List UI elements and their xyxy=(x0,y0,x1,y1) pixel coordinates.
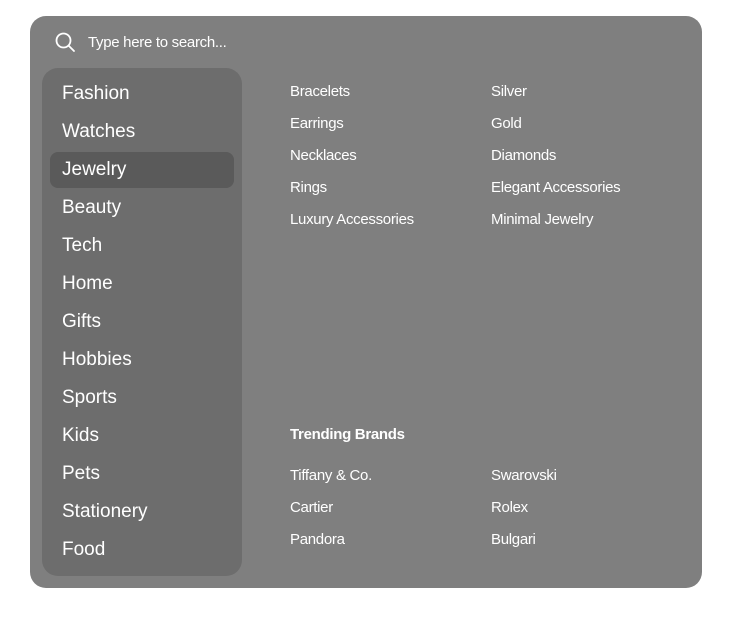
sidebar-item-tech[interactable]: Tech xyxy=(50,228,234,264)
sidebar-item-beauty[interactable]: Beauty xyxy=(50,190,234,226)
subcategory-link-silver[interactable]: Silver xyxy=(491,76,620,108)
category-sidebar: Fashion Watches Jewelry Beauty Tech Home… xyxy=(42,68,242,576)
sidebar-item-sports[interactable]: Sports xyxy=(50,380,234,416)
brand-link-pandora[interactable]: Pandora xyxy=(290,524,372,556)
brand-link-cartier[interactable]: Cartier xyxy=(290,492,372,524)
subcategory-link-rings[interactable]: Rings xyxy=(290,172,414,204)
brand-link-tiffany[interactable]: Tiffany & Co. xyxy=(290,460,372,492)
brand-link-bulgari[interactable]: Bulgari xyxy=(491,524,557,556)
subcategory-link-bracelets[interactable]: Bracelets xyxy=(290,76,414,108)
subcategory-link-earrings[interactable]: Earrings xyxy=(290,108,414,140)
sidebar-item-kids[interactable]: Kids xyxy=(50,418,234,454)
sidebar-item-jewelry[interactable]: Jewelry xyxy=(50,152,234,188)
subcategory-link-diamonds[interactable]: Diamonds xyxy=(491,140,620,172)
subcategory-link-necklaces[interactable]: Necklaces xyxy=(290,140,414,172)
brands-column-1: Tiffany & Co. Cartier Pandora xyxy=(290,460,372,556)
subcategory-link-minimal-jewelry[interactable]: Minimal Jewelry xyxy=(491,204,620,236)
search-input[interactable] xyxy=(88,33,288,51)
subcategory-link-luxury-accessories[interactable]: Luxury Accessories xyxy=(290,204,414,236)
sidebar-item-food[interactable]: Food xyxy=(50,532,234,568)
subcategory-column-2: Silver Gold Diamonds Elegant Accessories… xyxy=(491,76,621,236)
brands-column-2: Swarovski Rolex Bulgari xyxy=(491,460,557,556)
sidebar-item-fashion[interactable]: Fashion xyxy=(50,76,234,112)
subcategory-link-elegant-accessories[interactable]: Elegant Accessories xyxy=(491,172,621,204)
mega-menu-panel: Fashion Watches Jewelry Beauty Tech Home… xyxy=(30,16,702,588)
sidebar-item-gifts[interactable]: Gifts xyxy=(50,304,234,340)
sidebar-item-home[interactable]: Home xyxy=(50,266,234,302)
sidebar-item-pets[interactable]: Pets xyxy=(50,456,234,492)
sidebar-item-stationery[interactable]: Stationery xyxy=(50,494,234,530)
brand-link-swarovski[interactable]: Swarovski xyxy=(491,460,557,492)
trending-brands-heading: Trending Brands xyxy=(290,426,405,443)
sidebar-item-watches[interactable]: Watches xyxy=(50,114,234,150)
subcategory-link-gold[interactable]: Gold xyxy=(491,108,620,140)
search-bar[interactable] xyxy=(54,28,288,56)
subcategory-column-1: Bracelets Earrings Necklaces Rings Luxur… xyxy=(290,76,414,236)
search-icon[interactable] xyxy=(54,31,76,53)
brand-link-rolex[interactable]: Rolex xyxy=(491,492,557,524)
sidebar-item-hobbies[interactable]: Hobbies xyxy=(50,342,234,378)
